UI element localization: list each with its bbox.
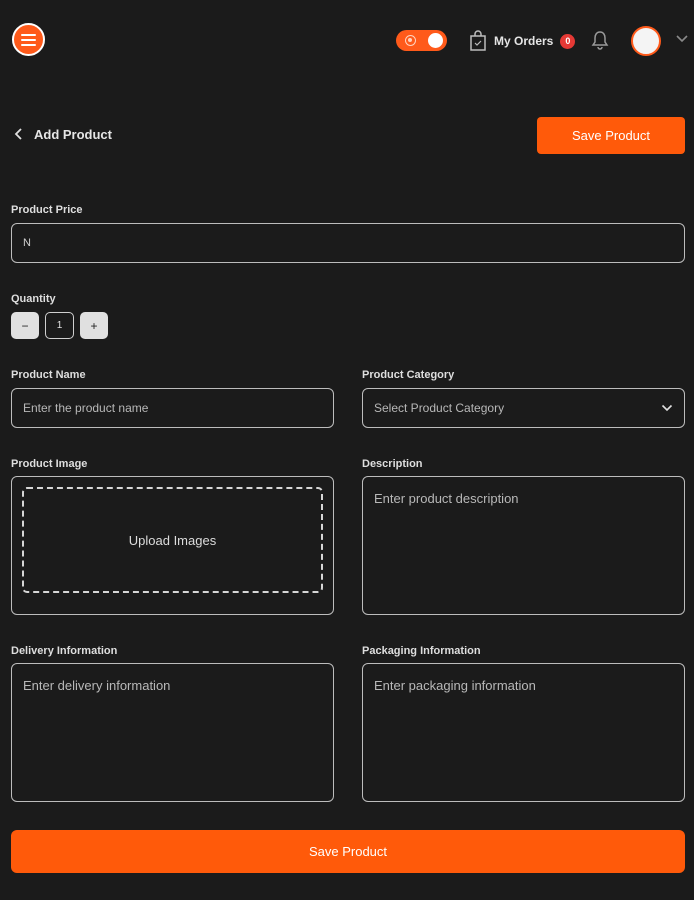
upload-images-dropzone[interactable]: Upload Images [22,487,323,593]
sun-icon [405,35,416,46]
description-textarea[interactable]: Enter product description [362,476,685,615]
menu-icon-line [21,43,36,46]
product-price-input[interactable]: N [11,223,685,263]
avatar[interactable] [631,26,661,56]
save-product-button[interactable]: Save Product [537,117,685,154]
my-orders-link[interactable]: My Orders 0 [469,29,576,53]
chevron-down-icon [661,404,673,412]
quantity-label: Quantity [11,293,56,305]
description-label: Description [362,458,423,470]
delivery-information-textarea[interactable]: Enter delivery information [11,663,334,802]
quantity-increment-button[interactable]: + [80,312,108,339]
product-category-value: Select Product Category [374,401,505,415]
upload-images-label: Upload Images [128,532,217,548]
product-name-label: Product Name [11,369,86,381]
delivery-information-label: Delivery Information [11,645,118,657]
save-product-bottom-button[interactable]: Save Product [11,830,685,873]
menu-icon-line [21,38,36,41]
product-image-box: Upload Images [11,476,334,615]
menu-icon-line [21,33,36,36]
product-image-label: Product Image [11,458,88,470]
product-category-select[interactable]: Select Product Category [362,388,685,428]
menu-button[interactable] [12,23,45,56]
product-category-label: Product Category [362,369,455,381]
page-title: Add Product [34,127,112,142]
toggle-knob [428,33,443,48]
theme-toggle[interactable] [396,30,447,51]
orders-count-badge: 0 [560,33,576,49]
packaging-information-textarea[interactable]: Enter packaging information [362,663,685,802]
shopping-bag-icon [470,30,486,51]
product-name-input[interactable]: Enter the product name [11,388,334,428]
packaging-information-label: Packaging Information [362,645,481,657]
product-price-label: Product Price [11,204,83,216]
bell-icon[interactable] [590,30,610,50]
chevron-down-icon[interactable] [675,34,689,44]
quantity-decrement-button[interactable]: − [11,312,39,339]
my-orders-label: My Orders [494,34,554,48]
quantity-value[interactable]: 1 [45,312,74,339]
back-arrow-icon[interactable] [13,127,25,141]
